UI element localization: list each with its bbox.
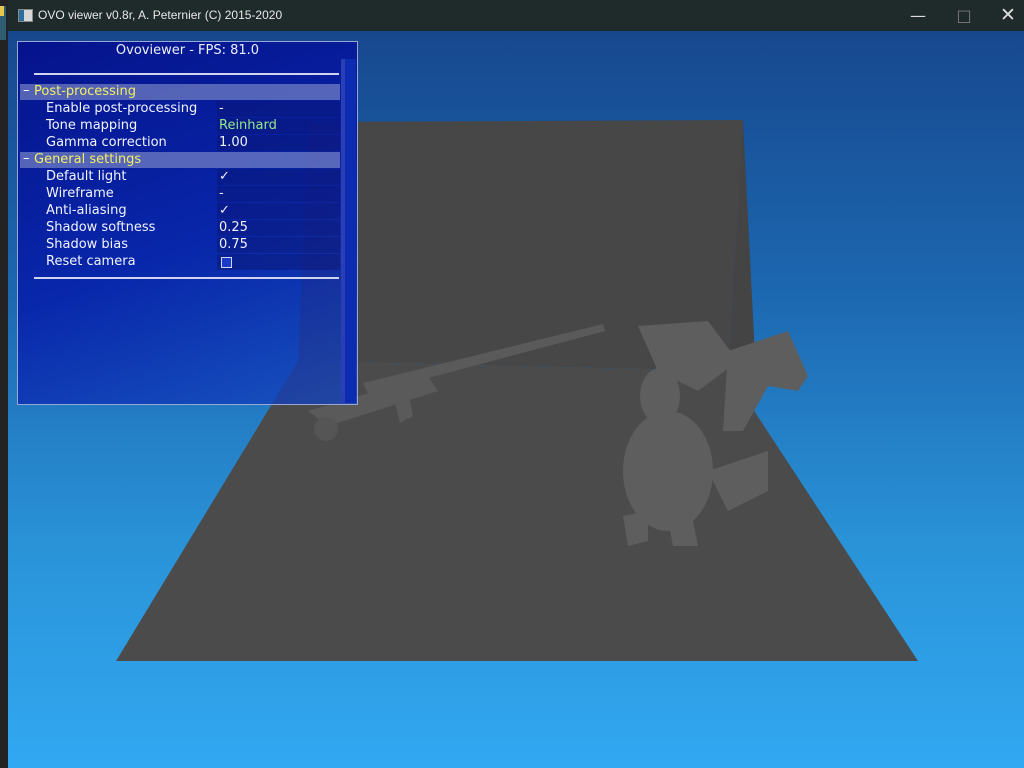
row-enable-post-processing: Enable post-processing - xyxy=(20,101,340,117)
section-label: Post-processing xyxy=(34,84,136,99)
setting-label: Shadow bias xyxy=(46,237,129,252)
minimize-button[interactable]: — xyxy=(895,0,941,31)
enable-post-processing-toggle[interactable]: - xyxy=(217,101,340,117)
section-general-settings[interactable]: – General settings xyxy=(20,151,340,168)
background-window-edge xyxy=(0,0,8,768)
app-icon xyxy=(18,9,33,22)
setting-label: Gamma correction xyxy=(46,135,167,150)
row-anti-aliasing: Anti-aliasing ✓ xyxy=(20,203,340,219)
shadow-softness-slider[interactable]: 0.25 xyxy=(217,220,340,236)
panel-separator xyxy=(34,277,339,279)
reset-camera-button[interactable] xyxy=(221,257,232,268)
row-reset-camera: Reset camera xyxy=(20,254,340,270)
row-shadow-bias: Shadow bias 0.75 xyxy=(20,237,340,253)
settings-panel: Ovoviewer - FPS: 81.0 – Post-processing … xyxy=(17,41,358,405)
panel-title: Ovoviewer - FPS: 81.0 xyxy=(115,43,260,58)
row-tone-mapping: Tone mapping Reinhard xyxy=(20,118,340,134)
collapse-icon[interactable]: – xyxy=(23,151,33,166)
setting-label: Tone mapping xyxy=(46,118,138,133)
window-titlebar: OVO viewer v0.8r, A. Peternier (C) 2015-… xyxy=(0,0,1024,31)
gamma-correction-slider[interactable]: 1.00 xyxy=(217,135,340,151)
floor-plane xyxy=(116,361,918,661)
setting-label: Default light xyxy=(46,169,127,184)
setting-label: Anti-aliasing xyxy=(46,203,127,218)
panel-separator xyxy=(34,73,339,75)
window-title: OVO viewer v0.8r, A. Peternier (C) 2015-… xyxy=(38,8,283,22)
tone-mapping-select[interactable]: Reinhard xyxy=(217,118,340,134)
setting-label: Reset camera xyxy=(46,254,136,269)
close-button[interactable]: ✕ xyxy=(985,0,1024,31)
default-light-checkbox[interactable]: ✓ xyxy=(217,169,340,185)
setting-label: Enable post-processing xyxy=(46,101,198,116)
anti-aliasing-checkbox[interactable]: ✓ xyxy=(217,203,340,219)
reset-camera-cell xyxy=(217,254,340,270)
section-post-processing[interactable]: – Post-processing xyxy=(20,83,340,100)
row-wireframe: Wireframe - xyxy=(20,186,340,202)
shadow-bias-slider[interactable]: 0.75 xyxy=(217,237,340,253)
wireframe-toggle[interactable]: - xyxy=(217,186,340,202)
row-gamma-correction: Gamma correction 1.00 xyxy=(20,135,340,151)
row-shadow-softness: Shadow softness 0.25 xyxy=(20,220,340,236)
row-default-light: Default light ✓ xyxy=(20,169,340,185)
setting-label: Shadow softness xyxy=(46,220,156,235)
maximize-button[interactable]: □ xyxy=(941,0,987,31)
section-label: General settings xyxy=(34,152,142,167)
panel-scrollbar[interactable] xyxy=(341,59,356,403)
collapse-icon[interactable]: – xyxy=(23,83,33,98)
setting-label: Wireframe xyxy=(46,186,114,201)
